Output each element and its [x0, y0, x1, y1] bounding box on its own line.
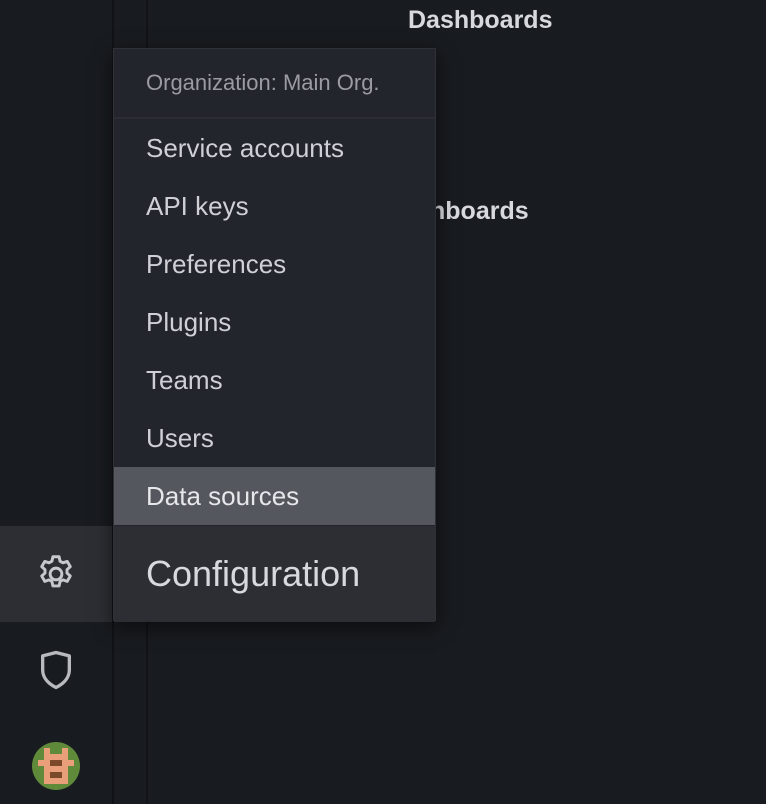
menu-item-service-accounts[interactable]: Service accounts [114, 119, 435, 177]
menu-item-teams[interactable]: Teams [114, 351, 435, 409]
server-admin-nav-button[interactable] [0, 622, 112, 718]
section-heading: nboards [430, 197, 529, 225]
menu-item-api-keys[interactable]: API keys [114, 177, 435, 235]
gear-icon [34, 552, 78, 596]
menu-item-preferences[interactable]: Preferences [114, 235, 435, 293]
organization-header: Organization: Main Org. [114, 49, 435, 119]
menu-item-plugins[interactable]: Plugins [114, 293, 435, 351]
configuration-nav-button[interactable] [0, 526, 112, 622]
side-menu [0, 0, 114, 804]
page-title: Dashboards [408, 6, 553, 34]
menu-item-users[interactable]: Users [114, 409, 435, 467]
app-root: Dashboards nboards Organization: Main Or… [0, 0, 766, 804]
menu-item-data-sources[interactable]: Data sources [114, 467, 435, 525]
configuration-dropdown-menu: Organization: Main Org. Service accounts… [113, 48, 436, 622]
profile-nav-button[interactable] [0, 718, 112, 804]
avatar [32, 742, 80, 790]
configuration-menu-title[interactable]: Configuration [114, 526, 435, 622]
shield-icon [36, 648, 76, 692]
